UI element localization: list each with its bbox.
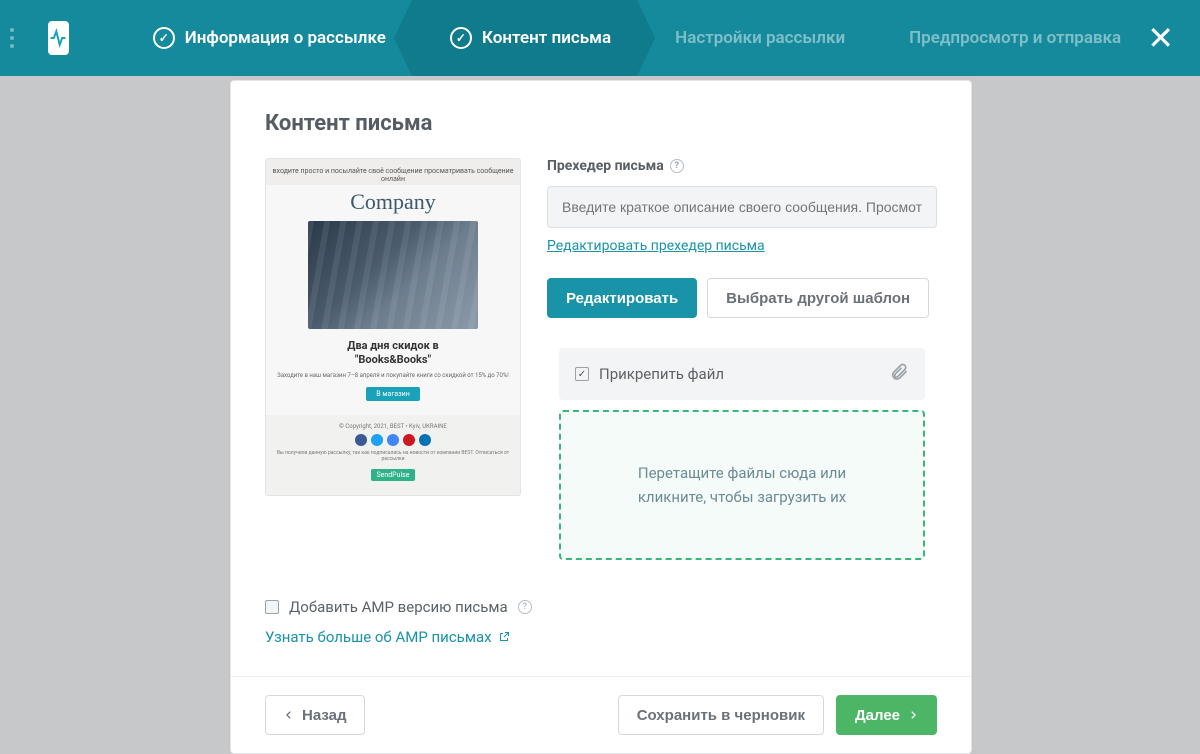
wizard-step-content[interactable]: ✓ Контент письма: [412, 0, 637, 76]
wizard-step-settings[interactable]: Настройки рассылки: [637, 0, 871, 76]
preview-headline: Два дня скидок в "Books&Books": [266, 339, 520, 368]
attach-file-checkbox[interactable]: ✓: [575, 367, 589, 381]
wizard-steps: ✓ Информация о рассылке ✓ Контент письма…: [115, 0, 1147, 76]
amp-checkbox[interactable]: [265, 600, 279, 614]
preview-hero-image: [308, 221, 478, 329]
edit-button[interactable]: Редактировать: [547, 278, 697, 318]
page-title: Контент письма: [265, 111, 937, 136]
preheader-label: Прехедер письма ?: [547, 158, 937, 174]
chevron-right-icon: [908, 708, 918, 722]
wizard-step-label: Контент письма: [482, 28, 611, 48]
paperclip-icon: [889, 362, 909, 386]
back-button[interactable]: Назад: [265, 695, 365, 735]
check-icon: ✓: [450, 27, 472, 49]
chevron-left-icon: [284, 708, 294, 722]
attach-file-toggle-row[interactable]: ✓ Прикрепить файл: [559, 348, 925, 400]
amp-checkbox-label: Добавить AMP версию письма: [289, 598, 508, 616]
attach-file-section: ✓ Прикрепить файл Перетащите файлы сюда …: [547, 328, 937, 572]
close-icon[interactable]: ✕: [1147, 22, 1174, 54]
preview-brand-tag: SendPulse: [371, 469, 416, 481]
wizard-step-label: Информация о рассылке: [185, 28, 386, 48]
info-icon[interactable]: ?: [518, 600, 532, 614]
preview-header-strip: входите просто и посылайте своё сообщени…: [266, 159, 520, 185]
app-logo[interactable]: [48, 21, 69, 55]
card-footer: Назад Сохранить в черновик Далее: [231, 676, 971, 753]
preview-subline: Заходите в наш магазин 7–8 апреля и поку…: [266, 372, 520, 379]
wizard-topbar: ✓ Информация о рассылке ✓ Контент письма…: [0, 0, 1200, 76]
choose-template-button[interactable]: Выбрать другой шаблон: [707, 278, 929, 318]
wizard-step-info[interactable]: ✓ Информация о рассылке: [115, 0, 412, 76]
preview-footer: © Copyright, 2021, BEST • Kyiv, UKRAINE …: [266, 415, 520, 495]
wizard-step-label: Настройки рассылки: [675, 28, 845, 48]
preview-social-icons: [276, 434, 510, 446]
amp-checkbox-row[interactable]: Добавить AMP версию письма ?: [265, 598, 937, 616]
wizard-step-label: Предпросмотр и отправка: [909, 28, 1121, 48]
next-button[interactable]: Далее: [836, 695, 937, 735]
preview-logo-text: Company: [266, 189, 520, 215]
save-draft-button[interactable]: Сохранить в черновик: [618, 695, 824, 735]
preview-cta-button: В магазин: [366, 387, 420, 401]
drag-handle-icon: [10, 28, 14, 48]
preheader-input[interactable]: [547, 186, 937, 228]
external-link-icon: [498, 631, 510, 643]
email-preview-thumbnail[interactable]: входите просто и посылайте своё сообщени…: [265, 158, 521, 496]
file-dropzone[interactable]: Перетащите файлы сюда или кликните, чтоб…: [559, 410, 925, 560]
info-icon[interactable]: ?: [670, 159, 684, 173]
wizard-step-preview[interactable]: Предпросмотр и отправка: [871, 0, 1147, 76]
content-card: Контент письма входите просто и посылайт…: [230, 80, 972, 754]
amp-learn-more-link[interactable]: Узнать больше об AMP письмах: [265, 628, 510, 646]
attach-file-label: Прикрепить файл: [599, 365, 724, 383]
edit-preheader-link[interactable]: Редактировать прехедер письма: [547, 238, 765, 254]
check-icon: ✓: [153, 27, 175, 49]
